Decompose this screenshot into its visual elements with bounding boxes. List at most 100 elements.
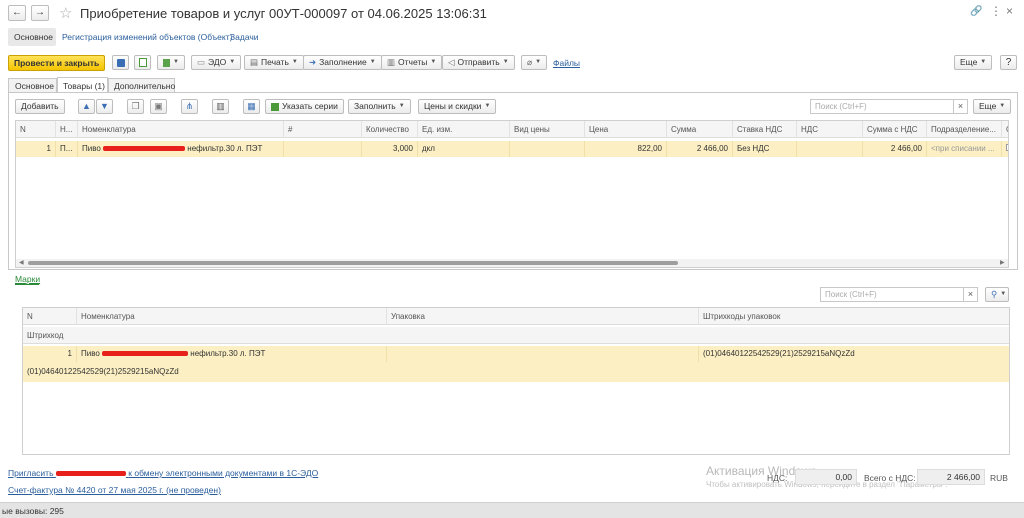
marks-search-clear-button[interactable]: × [964,287,978,302]
scroll-left-icon[interactable]: ◀ [19,259,24,266]
table-row[interactable]: 1 Пиво нефильтр.30 л. ПЭТ (01)0464012254… [23,346,1009,382]
form-tab-additional[interactable]: Дополнительно [108,78,175,92]
nav-tab-tasks[interactable]: Задачи [230,32,259,42]
paste-icon: ▣ [154,101,163,111]
col-header-sum-vat[interactable]: Сумма с НДС [863,121,927,138]
invoice-link[interactable]: Счет-фактура № 4420 от 27 мая 2025 г. (н… [8,485,221,495]
forward-button[interactable]: → [31,5,49,21]
goods-horizontal-scrollbar[interactable]: ◀ ▶ [16,259,1008,267]
barcode-button[interactable]: ▥ [212,99,229,114]
goods-search-clear-button[interactable]: × [954,99,968,114]
invite-edo-link[interactable]: Пригласить к обмену электронными докумен… [8,468,318,478]
redaction-mark [103,146,186,152]
col-header-nomenclature[interactable]: Номенклатура [77,308,387,325]
cell-unit: дкл [418,141,510,157]
structure-icon [163,58,171,67]
status-bar: ые вызовы: 295 [0,502,1024,518]
print-button[interactable]: ▤ Печать ▼ [244,55,304,70]
post-and-close-button[interactable]: Провести и закрыть [8,55,106,71]
close-icon[interactable]: × [1006,4,1013,18]
fill-button[interactable]: ➜ Заполнение ▼ [303,55,382,70]
save-icon [117,59,125,67]
col-header-price[interactable]: Цена [585,121,667,138]
chevron-down-icon: ▼ [484,103,491,109]
search-icon: ⚲ [991,289,998,299]
marks-link[interactable]: Марки [15,274,40,284]
table-icon: ▦ [247,101,256,111]
cell-c [1002,141,1008,157]
arrow-left-icon: ← [12,7,22,18]
move-down-button[interactable]: ▼ [96,99,113,114]
nav-tab-registration[interactable]: Регистрация изменений объектов (Объект) [62,32,232,42]
col-header-unit[interactable]: Ед. изм. [418,121,510,138]
goods-search-input[interactable]: Поиск (Ctrl+F) [810,99,954,114]
prices-discounts-button[interactable]: Цены и скидки ▼ [418,99,497,114]
back-button[interactable]: ← [8,5,26,21]
attach-button[interactable]: ⌀ ▼ [521,55,547,70]
chevron-down-icon: ▼ [229,59,236,65]
col-header-qty[interactable]: Количество [362,121,418,138]
help-button[interactable]: ? [1000,55,1017,70]
split-button[interactable]: ⋔ [181,99,198,114]
col-header-pack-barcodes[interactable]: Штрихкоды упаковок [699,308,1009,325]
marks-search-input[interactable]: Поиск (Ctrl+F) [820,287,964,302]
close-icon: × [967,289,974,299]
vat-label: НДС: [767,473,788,483]
col-header-vat-rate[interactable]: Ставка НДС [733,121,797,138]
files-link[interactable]: Файлы [553,58,580,68]
col-header-nomenclature[interactable]: Номенклатура [78,121,284,138]
total-label: Всего с НДС: [864,473,916,483]
paste-button[interactable]: ▣ [150,99,167,114]
form-tab-goods[interactable]: Товары (1) [57,77,108,93]
post-button[interactable] [134,55,151,70]
add-button[interactable]: Добавить [15,99,65,114]
reports-button[interactable]: ▥ Отчеты ▼ [381,55,443,70]
split-icon: ⋔ [185,101,194,111]
col-header-price-type[interactable]: Вид цены [510,121,585,138]
link-icon[interactable]: 🔗 [970,6,982,17]
cell-nomenclature: Пиво нефильтр.30 л. ПЭТ [78,141,284,157]
col-header-division[interactable]: Подразделение... [927,121,1002,138]
specify-series-button[interactable]: Указать серии [265,99,344,114]
fill-goods-button[interactable]: Заполнить ▼ [348,99,411,114]
select-button[interactable]: ▦ [243,99,260,114]
scrollbar-thumb[interactable] [28,261,678,265]
col-header-sum[interactable]: Сумма [667,121,733,138]
send-icon: ◁ [448,57,455,67]
chevron-down-icon: ▼ [173,59,179,65]
col-header-n[interactable]: N [16,121,56,138]
col-header-vat[interactable]: НДС [797,121,863,138]
save-button[interactable] [112,55,129,70]
more-button[interactable]: Еще ▼ [954,55,993,70]
col-header-hash[interactable]: # [284,121,362,138]
col-header-package[interactable]: Упаковка [387,308,699,325]
col-header-h[interactable]: Н... [56,121,78,138]
col-header-n[interactable]: N [23,308,77,325]
cell-sum: 2 466,00 [667,141,733,157]
favorite-star-icon[interactable]: ☆ [59,4,72,22]
col-header-barcode[interactable]: Штрихкод [23,327,223,344]
chevron-down-icon: ▼ [1000,291,1007,297]
marks-underline [15,284,39,285]
arrow-down-icon: ▼ [100,101,109,111]
move-up-button[interactable]: ▲ [78,99,95,114]
nav-tab-main[interactable]: Основное [8,28,56,46]
marks-table: N Номенклатура Упаковка Штрихкоды упаков… [22,307,1010,455]
window-title: Приобретение товаров и услуг 00УТ-000097… [80,6,487,21]
cell-h: П... [56,141,78,157]
goods-more-button[interactable]: Еще ▼ [973,99,1012,114]
cell-pack-barcodes: (01)04640122542529(21)2529215aNQzZd [703,349,855,358]
table-row[interactable]: 1 П... Пиво нефильтр.30 л. ПЭТ 3,000 дкл… [16,141,1008,157]
form-tab-main[interactable]: Основное [8,78,57,92]
cell-price: 822,00 [585,141,667,157]
copy-button[interactable]: ❐ [127,99,144,114]
edo-button[interactable]: ▭ ЭДО ▼ [191,55,242,70]
col-header-c[interactable]: С [1002,121,1008,138]
menu-dots-icon[interactable]: ⋮ [990,4,1002,18]
redaction-mark [55,471,126,477]
scroll-right-icon[interactable]: ▶ [1000,259,1005,266]
send-button[interactable]: ◁ Отправить ▼ [442,55,515,70]
structure-button[interactable]: ▼ [157,55,185,70]
marks-search-button[interactable]: ⚲ ▼ [985,287,1009,302]
chevron-down-icon: ▼ [291,59,298,65]
